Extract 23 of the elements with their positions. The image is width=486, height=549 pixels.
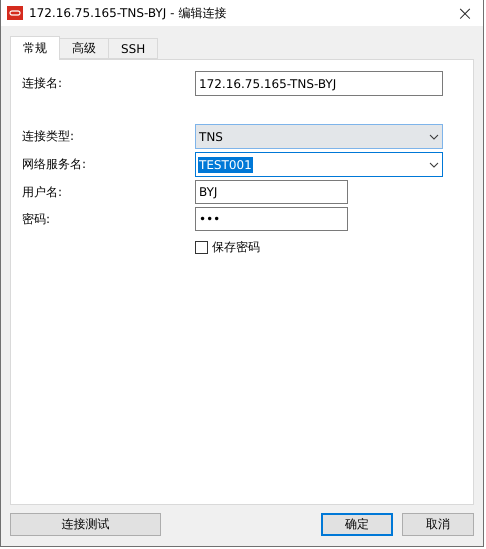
input-field[interactable]: 172.16.75.165-TNS-BYJ <box>195 71 443 96</box>
tab[interactable]: SSH <box>108 38 158 59</box>
field-label: 连接类型: <box>22 128 76 145</box>
field-label: 用户名: <box>22 184 64 200</box>
dropdown[interactable]: TNS <box>195 124 443 149</box>
tab[interactable]: 常规 <box>10 36 60 60</box>
input-field[interactable]: BYJ <box>195 180 348 204</box>
window-title: 172.16.75.165-TNS-BYJ - 编辑连接 <box>29 4 228 22</box>
password-field[interactable]: ••• <box>195 207 348 231</box>
test-connection-button[interactable]: 连接测试 <box>10 513 161 536</box>
tab[interactable]: 高级 <box>59 38 109 59</box>
field-label: 网络服务名: <box>22 156 88 173</box>
close-button[interactable]: × <box>447 0 483 26</box>
field-label: 密码: <box>22 210 52 228</box>
cancel-button[interactable]: 取消 <box>402 513 474 536</box>
field-label: 连接名: <box>22 75 64 92</box>
checkbox-label: 保存密码 <box>212 239 260 256</box>
checkbox[interactable] <box>195 241 208 254</box>
combo-box[interactable]: TEST001 <box>195 152 443 177</box>
chevron-down-icon <box>429 134 439 140</box>
ok-button[interactable]: 确定 <box>321 513 393 536</box>
chevron-down-icon <box>429 162 439 168</box>
app-logo-icon <box>7 6 23 20</box>
